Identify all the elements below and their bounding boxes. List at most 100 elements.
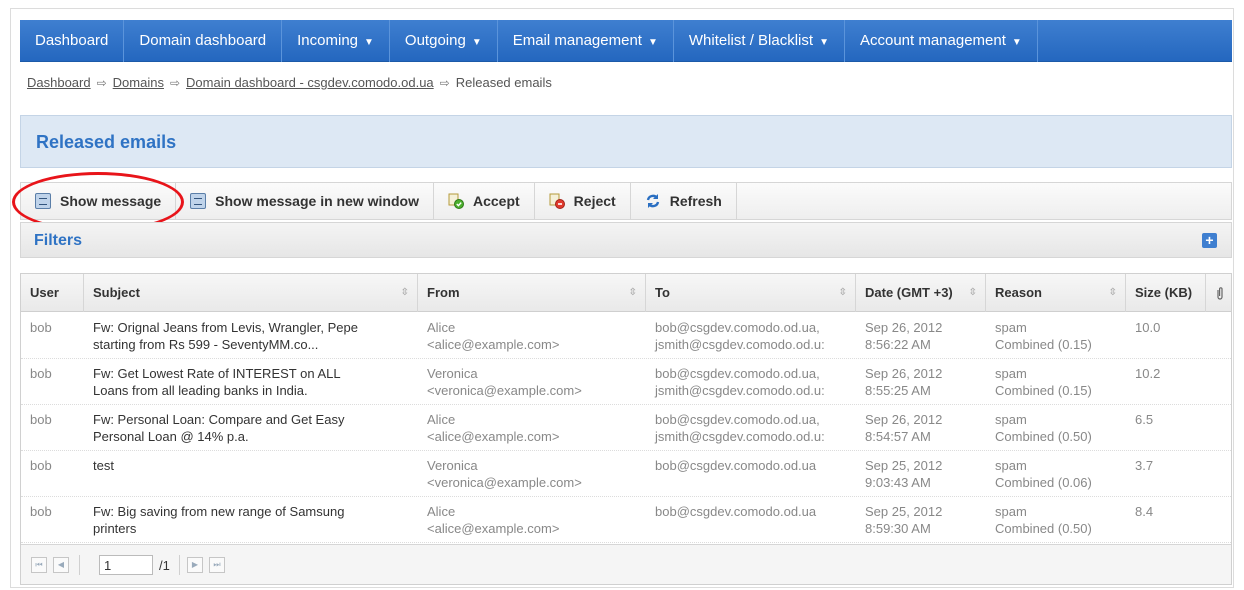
last-page-icon[interactable]: ⏭ — [209, 557, 225, 573]
table-row[interactable]: bob Fw: Big saving from new range of Sam… — [21, 497, 1231, 543]
cell-subject: Fw: Get Lowest Rate of INTEREST on ALL Lo… — [93, 366, 341, 398]
cell-size: 6.5 — [1135, 412, 1154, 427]
cell-subject: test — [93, 458, 114, 473]
cell-date: Sep 26, 2012 8:56:22 AM — [865, 320, 943, 352]
chevron-down-icon: ▼ — [819, 37, 829, 48]
cell-user: bob — [30, 412, 52, 427]
cell-to: bob@csgdev.comodo.od.ua, jsmith@csgdev.co… — [655, 412, 825, 444]
breadcrumb-current: Released emails — [455, 75, 552, 90]
next-page-icon[interactable]: ▶ — [187, 557, 203, 573]
cell-to: bob@csgdev.comodo.od.ua, jsmith@csgdev.co… — [655, 366, 825, 398]
sort-icon: ⇳ — [838, 287, 847, 298]
cell-user: bob — [30, 458, 52, 473]
column-header-reason[interactable]: Reason ⇳ — [986, 274, 1126, 312]
nav-incoming[interactable]: Incoming ▼ — [282, 20, 390, 62]
reject-icon — [549, 193, 565, 209]
cell-user: bob — [30, 504, 52, 519]
cell-from: Veronica <veronica@example.com> — [427, 366, 582, 398]
cell-subject: Fw: Orignal Jeans from Levis, Wrangler, … — [93, 320, 358, 352]
page-number-input[interactable] — [99, 555, 153, 575]
cell-date: Sep 26, 2012 8:54:57 AM — [865, 412, 943, 444]
cell-subject: Fw: Big saving from new range of Samsung… — [93, 504, 345, 536]
breadcrumb: Dashboard ⇨ Domains ⇨ Domain dashboard - csg… — [27, 75, 552, 90]
cell-date: Sep 25, 2012 8:59:30 AM — [865, 504, 943, 536]
arrow-right-icon: ⇨ — [96, 76, 107, 90]
sort-icon: ⇳ — [968, 287, 977, 298]
cell-to: bob@csgdev.comodo.od.ua, jsmith@csgdev.co… — [655, 320, 825, 352]
cell-subject: Fw: Personal Loan: Compare and Get Easy P… — [93, 412, 345, 444]
cell-date: Sep 25, 2012 9:03:43 AM — [865, 458, 943, 490]
sort-icon: ⇳ — [400, 287, 409, 298]
cell-size: 10.0 — [1135, 320, 1161, 335]
cell-reason: spam Combined (0.15) — [995, 320, 1092, 352]
toolbar: Show message Show message in new window … — [20, 182, 1232, 220]
page-total: /1 — [159, 558, 170, 573]
title-panel: Released emails — [20, 115, 1232, 168]
sort-icon: ⇳ — [628, 287, 637, 298]
pager-divider — [179, 555, 180, 575]
nav-domain-dashboard[interactable]: Domain dashboard — [124, 20, 283, 62]
chevron-down-icon: ▼ — [1011, 37, 1022, 48]
arrow-right-icon: ⇨ — [169, 76, 181, 90]
main-nav: Dashboard Domain dashboard Incoming ▼ Out… — [20, 20, 1232, 62]
page-title: Released emails — [36, 132, 177, 152]
cell-reason: spam Combined (0.06) — [995, 458, 1092, 490]
filters-bar[interactable]: Filters + — [20, 222, 1232, 258]
table-row[interactable]: bob Fw: Personal Loan: Compare and Get E… — [21, 405, 1231, 451]
cell-reason: spam Combined (0.15) — [995, 366, 1092, 398]
first-page-icon[interactable]: ⏮ — [31, 557, 47, 573]
chevron-down-icon: ▼ — [471, 37, 482, 48]
breadcrumb-dashboard[interactable]: Dashboard — [27, 75, 91, 90]
nav-dashboard[interactable]: Dashboard — [20, 20, 125, 62]
nav-outgoing[interactable]: Outgoing ▼ — [390, 20, 498, 62]
nav-account-management[interactable]: Account management ▼ — [845, 20, 1038, 62]
cell-from: Alice <alice@example.com> — [427, 320, 560, 352]
cell-size: 10.2 — [1135, 366, 1161, 381]
pagination-bar: ⏮ ◀ /1 ▶ ⏭ — [21, 544, 1231, 584]
accept-icon — [448, 193, 464, 209]
cell-date: Sep 26, 2012 8:55:25 AM — [865, 366, 943, 398]
show-message-new-window-button[interactable]: Show message in new window — [176, 183, 434, 219]
sort-icon: ⇳ — [1108, 287, 1117, 298]
message-window-icon — [35, 193, 51, 209]
column-header-from[interactable]: From ⇳ — [418, 274, 646, 312]
show-message-button[interactable]: Show message — [21, 183, 177, 219]
reject-button[interactable]: Reject — [535, 183, 631, 219]
emails-table: User Subject ⇳ From ⇳ To ⇳ Date (GMT +3) ⇳ R… — [20, 273, 1232, 585]
breadcrumb-domain-dashboard[interactable]: Domain dashboard - csgdev.comodo.od.ua — [186, 75, 434, 90]
prev-page-icon[interactable]: ◀ — [53, 557, 69, 573]
expand-plus-icon[interactable]: + — [1202, 233, 1217, 248]
cell-reason: spam Combined (0.50) — [995, 412, 1092, 444]
cell-to: bob@csgdev.comodo.od.ua — [655, 504, 817, 519]
nav-whitelist-blacklist[interactable]: Whitelist / Blacklist ▼ — [674, 20, 845, 62]
cell-from: Alice <alice@example.com> — [427, 504, 560, 536]
breadcrumb-domains[interactable]: Domains — [113, 75, 164, 90]
column-header-subject[interactable]: Subject ⇳ — [84, 274, 418, 312]
paperclip-icon — [1215, 285, 1225, 300]
message-window-icon — [190, 193, 207, 209]
refresh-button[interactable]: Refresh — [631, 183, 737, 219]
column-header-date[interactable]: Date (GMT +3) ⇳ — [856, 274, 986, 312]
cell-size: 3.7 — [1135, 458, 1154, 473]
cell-reason: spam Combined (0.50) — [995, 504, 1092, 536]
cell-to: bob@csgdev.comodo.od.ua — [655, 458, 817, 473]
pager-divider — [79, 555, 80, 575]
table-row[interactable]: bob test Veronica <veronica@example.com> … — [21, 451, 1231, 497]
refresh-icon — [645, 193, 661, 209]
cell-user: bob — [30, 320, 52, 335]
arrow-right-icon: ⇨ — [439, 76, 450, 90]
table-header: User Subject ⇳ From ⇳ To ⇳ Date (GMT +3) ⇳ R… — [21, 274, 1231, 312]
accept-button[interactable]: Accept — [434, 183, 535, 219]
chevron-down-icon: ▼ — [364, 37, 374, 48]
cell-from: Veronica <veronica@example.com> — [427, 458, 582, 490]
cell-user: bob — [30, 366, 52, 381]
cell-size: 8.4 — [1135, 504, 1154, 519]
column-header-to[interactable]: To ⇳ — [646, 274, 856, 312]
column-header-size[interactable]: Size (KB) — [1126, 274, 1206, 312]
column-header-user[interactable]: User — [21, 274, 84, 312]
table-row[interactable]: bob Fw: Get Lowest Rate of INTEREST on A… — [21, 359, 1231, 405]
column-header-attachment[interactable] — [1206, 274, 1231, 312]
table-row[interactable]: bob Fw: Orignal Jeans from Levis, Wrangl… — [21, 313, 1231, 359]
nav-email-management[interactable]: Email management ▼ — [498, 20, 674, 62]
filters-label: Filters — [34, 232, 83, 249]
